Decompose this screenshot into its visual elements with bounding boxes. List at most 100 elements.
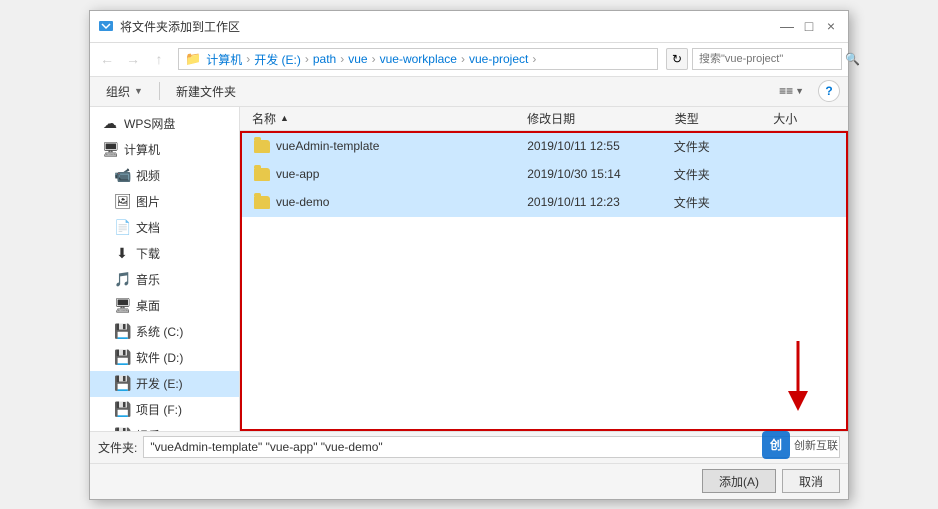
app-icon	[98, 18, 114, 34]
forward-button[interactable]: →	[122, 48, 144, 70]
add-button[interactable]: 添加(A)	[702, 469, 776, 493]
sidebar-item-wps-label: WPS网盘	[124, 115, 175, 132]
computer-icon: 🖥	[102, 141, 118, 158]
filename-label: 文件夹:	[98, 439, 137, 456]
file-list: vueAdmin-template 2019/10/11 12:55 文件夹 v…	[240, 131, 848, 431]
desktop-icon: 🖥	[114, 297, 130, 314]
organize-toolbar: 组织 ▼ 新建文件夹 ≡≡ ▼ ?	[90, 77, 848, 107]
file-row-1-type: 文件夹	[666, 138, 764, 155]
help-button[interactable]: ?	[818, 80, 840, 102]
cancel-button[interactable]: 取消	[782, 469, 840, 493]
organize-button[interactable]: 组织 ▼	[98, 80, 151, 102]
file-row-2-type: 文件夹	[666, 166, 764, 183]
file-row-1-name: vueAdmin-template	[246, 139, 519, 153]
file-row-2[interactable]: vue-app 2019/10/30 15:14 文件夹	[242, 161, 846, 189]
sidebar-item-projf-label: 项目 (F:)	[136, 401, 182, 418]
close-button[interactable]: ×	[822, 17, 840, 35]
file-row-3-type: 文件夹	[666, 194, 764, 211]
minimize-button[interactable]: —	[778, 17, 796, 35]
drive-d-icon: 💾	[114, 349, 130, 366]
file-row-2-date: 2019/10/30 15:14	[519, 167, 666, 181]
breadcrumb-item-vue[interactable]: vue	[348, 52, 367, 66]
sidebar-item-download-label: 下载	[136, 245, 160, 262]
view-toggle-button[interactable]: ≡≡ ▼	[773, 80, 810, 102]
red-arrow	[758, 336, 808, 419]
sidebar-item-computer[interactable]: 🖥 计算机	[90, 137, 239, 163]
watermark-text: 创新互联	[794, 437, 838, 453]
search-button[interactable]: 🔍	[845, 50, 860, 68]
sidebar-item-deve[interactable]: 💾 开发 (E:)	[90, 371, 239, 397]
sidebar-item-softd[interactable]: 💾 软件 (D:)	[90, 345, 239, 371]
document-icon: 📄	[114, 219, 130, 236]
up-button[interactable]: ↑	[148, 48, 170, 70]
sidebar-item-projf[interactable]: 💾 项目 (F:)	[90, 397, 239, 423]
breadcrumb: 📁 计算机 › 开发 (E:) › path › vue › vue-workp…	[178, 48, 658, 70]
breadcrumb-item-dev[interactable]: 开发 (E:)	[254, 51, 301, 68]
refresh-button[interactable]: ↻	[666, 48, 688, 70]
bottom-bar: 文件夹:	[90, 431, 848, 463]
sidebar-item-document-label: 文档	[136, 219, 160, 236]
sidebar-item-wps[interactable]: ☁ WPS网盘	[90, 111, 239, 137]
breadcrumb-item-computer[interactable]: 计算机	[206, 51, 242, 68]
title-bar-left: 将文件夹添加到工作区	[98, 18, 240, 35]
col-header-name[interactable]: 名称 ▲	[244, 110, 519, 127]
download-icon: ⬇	[114, 245, 130, 262]
folder-icon-2	[254, 168, 270, 181]
breadcrumb-item-project[interactable]: vue-project	[469, 52, 528, 66]
filename-input[interactable]	[143, 436, 840, 458]
sidebar-item-image-label: 图片	[136, 193, 160, 210]
title-bar: 将文件夹添加到工作区 — □ ×	[90, 11, 848, 43]
sort-arrow-name: ▲	[280, 113, 289, 123]
drive-e-icon: 💾	[114, 375, 130, 392]
sidebar-item-video[interactable]: 📹 视频	[90, 163, 239, 189]
file-row-1-date: 2019/10/11 12:55	[519, 139, 666, 153]
watermark-logo: 创	[762, 431, 790, 459]
back-button[interactable]: ←	[96, 48, 118, 70]
window-controls: — □ ×	[778, 17, 840, 35]
search-box: 🔍	[692, 48, 842, 70]
breadcrumb-item-workplace[interactable]: vue-workplace	[380, 52, 457, 66]
dialog-title: 将文件夹添加到工作区	[120, 18, 240, 35]
maximize-button[interactable]: □	[800, 17, 818, 35]
file-row-3[interactable]: vue-demo 2019/10/11 12:23 文件夹	[242, 189, 846, 217]
sidebar-item-softd-label: 软件 (D:)	[136, 349, 183, 366]
file-row-3-date: 2019/10/11 12:23	[519, 195, 666, 209]
col-header-size[interactable]: 大小	[765, 110, 844, 127]
file-row-1[interactable]: vueAdmin-template 2019/10/11 12:55 文件夹	[242, 133, 846, 161]
nav-toolbar: ← → ↑ 📁 计算机 › 开发 (E:) › path › vue › vue…	[90, 43, 848, 77]
search-input[interactable]	[699, 53, 841, 65]
sidebar-item-desktop-label: 桌面	[136, 297, 160, 314]
view-dropdown-arrow: ▼	[795, 86, 804, 96]
file-row-3-name: vue-demo	[246, 195, 519, 209]
image-icon: 🖼	[114, 193, 130, 210]
sidebar-item-desktop[interactable]: 🖥 桌面	[90, 293, 239, 319]
sidebar-item-sysc[interactable]: 💾 系统 (C:)	[90, 319, 239, 345]
sidebar-item-video-label: 视频	[136, 167, 160, 184]
sidebar-item-music[interactable]: 🎵 音乐	[90, 267, 239, 293]
sidebar-item-entg[interactable]: 💾 娱乐 (G:)	[90, 423, 239, 431]
sidebar-item-document[interactable]: 📄 文档	[90, 215, 239, 241]
folder-icon-1	[254, 140, 270, 153]
sidebar: ☁ WPS网盘 🖥 计算机 📹 视频 🖼 图片 📄 文档 ⬇ 下载	[90, 107, 240, 431]
breadcrumb-item-path[interactable]: path	[313, 52, 336, 66]
video-icon: 📹	[114, 167, 130, 184]
toolbar-separator	[159, 82, 160, 100]
col-header-type[interactable]: 类型	[667, 110, 765, 127]
sidebar-item-computer-label: 计算机	[124, 141, 160, 158]
music-icon: 🎵	[114, 271, 130, 288]
folder-icon-3	[254, 196, 270, 209]
organize-dropdown-arrow: ▼	[134, 86, 143, 96]
col-header-date[interactable]: 修改日期	[519, 110, 667, 127]
file-row-2-name: vue-app	[246, 167, 519, 181]
main-content: ☁ WPS网盘 🖥 计算机 📹 视频 🖼 图片 📄 文档 ⬇ 下载	[90, 107, 848, 431]
sidebar-item-deve-label: 开发 (E:)	[136, 375, 183, 392]
cloud-icon: ☁	[102, 115, 118, 132]
file-list-header: 名称 ▲ 修改日期 类型 大小	[240, 107, 848, 131]
sidebar-item-download[interactable]: ⬇ 下载	[90, 241, 239, 267]
sidebar-item-image[interactable]: 🖼 图片	[90, 189, 239, 215]
action-bar: 添加(A) 取消	[90, 463, 848, 499]
new-folder-button[interactable]: 新建文件夹	[168, 80, 244, 102]
file-list-area: 名称 ▲ 修改日期 类型 大小 vueAdmin-templ	[240, 107, 848, 431]
folder-icon: 📁	[185, 51, 201, 67]
drive-f-icon: 💾	[114, 401, 130, 418]
